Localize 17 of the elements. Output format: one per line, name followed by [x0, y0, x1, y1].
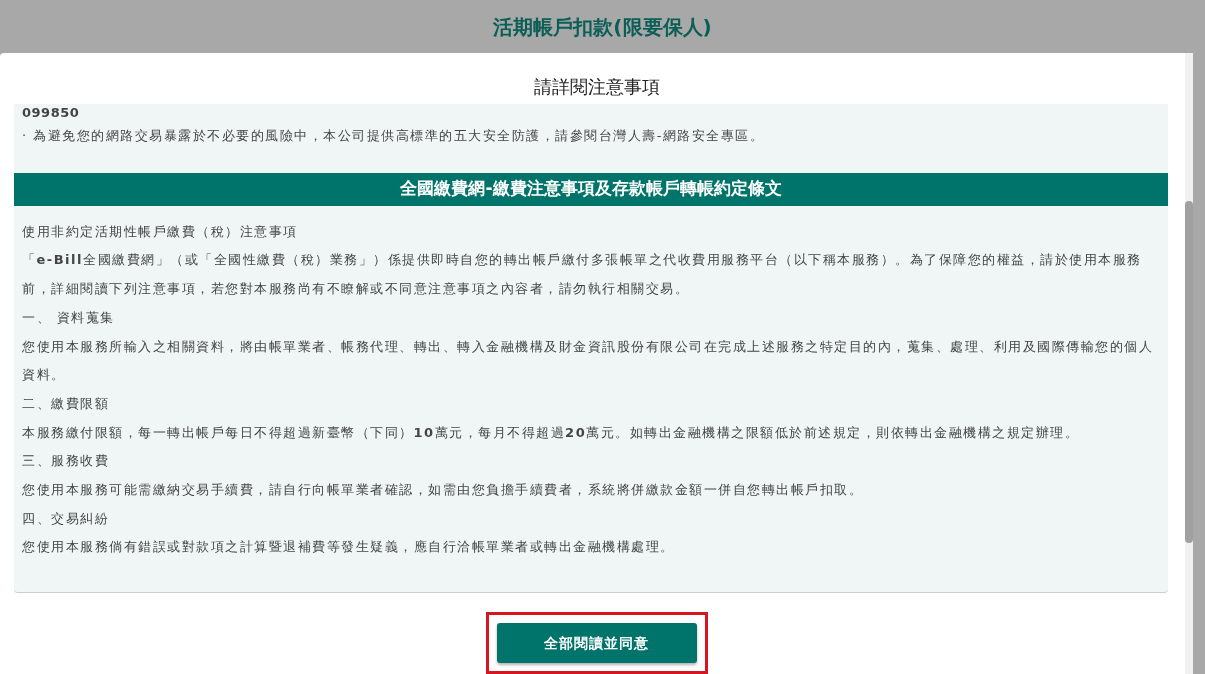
terms-text: 四、交易糾紛: [21, 509, 110, 528]
scrollbar[interactable]: [1185, 53, 1193, 674]
dialog-title: 請詳閱注意事項: [533, 76, 660, 97]
terms-text: 三、服務收費: [21, 452, 110, 471]
page-title: 活期帳戶扣款(限要保人): [493, 13, 712, 41]
terms-text: 一、 資料蒐集: [21, 308, 116, 327]
terms-text: 二、繳費限額: [21, 394, 110, 413]
reference-number: 099850: [21, 104, 81, 122]
terms-text: 您使用本服務所輸入之相關資料，將由帳單業者、帳務代理、轉出、轉入金融機構及財金資訊股份有限公司在完成上述服務之特定目的內，蒐集、處理、利用及國際傳輸您的個人資料。: [21, 337, 1154, 385]
notice-text: · 為避免您的網路交易暴露於不必要的風險中，本公司提供高標準的五大安全防護，請參閱台灣人壽-網路安全專區。: [21, 127, 766, 145]
terms-text: 本服務繳付限額，每一轉出帳戶每日不得超過新臺幣（下同）10萬元，每月不得超過20萬元。如轉出金融機構之限額低於前述規定，則依轉出金融機構之規定辦理。: [21, 423, 1081, 442]
terms-text: 「e-Bill全國繳費網」（或「全國性繳費（稅）業務」）係提供即時自您的轉出帳戶繳付多張帳單之代收費用服務平台（以下稱本服務）。為了保障您的權益，請於使用本服務前，詳細閱讀下列注意事項，若您對本服務尚有不瞭解或不同意注意事項之內容者，請勿執行相關交易。: [21, 251, 1143, 299]
terms-text: 您使用本服務可能需繳納交易手續費，請自行向帳單業者確認，如需由您負擔手續費者，系統將併繳款金額一併自您轉出帳戶扣取。: [21, 481, 864, 500]
terms-text: 您使用本服務倘有錯誤或對款項之計算暨退補費等發生疑義，應自行洽帳單業者或轉出金融機構處理。: [21, 538, 676, 557]
terms-text: 使用非約定活期性帳戶繳費（稅）注意事項: [21, 222, 299, 241]
section-heading: 全國繳費網-繳費注意事項及存款帳戶轉帳約定條文: [14, 172, 1168, 206]
agree-button[interactable]: 全部閱讀並同意: [496, 623, 697, 663]
